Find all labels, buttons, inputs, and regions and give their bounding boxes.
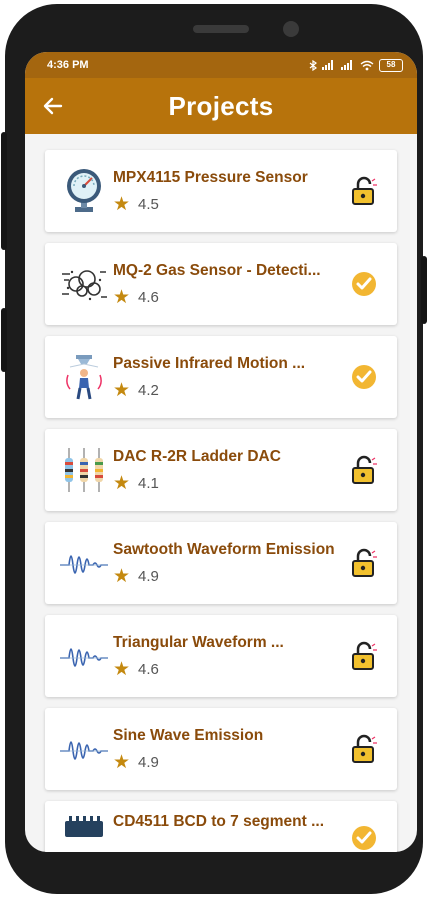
waveform-icon xyxy=(59,631,109,681)
star-icon: ★ xyxy=(113,286,131,308)
resistors-icon xyxy=(59,445,109,495)
side-button-left-small xyxy=(1,308,7,372)
project-rating: 4.9 xyxy=(138,567,159,585)
phone-frame: 4:36 PM 58 Projects MPX4115 Pressure Sen… xyxy=(1,4,427,894)
project-rating: 4.1 xyxy=(138,474,159,492)
star-icon: ★ xyxy=(113,379,131,401)
project-title: Sawtooth Waveform Emission xyxy=(113,540,335,558)
project-rating: 4.5 xyxy=(138,195,159,213)
wifi-icon xyxy=(360,60,374,70)
status-icons: 58 xyxy=(309,58,403,72)
motion-sensor-icon xyxy=(59,352,109,402)
back-arrow-icon[interactable] xyxy=(41,94,65,118)
project-card[interactable]: MQ-2 Gas Sensor - Detecti... ★ 4.6 xyxy=(45,243,397,325)
project-card[interactable]: CD4511 BCD to 7 segment ... xyxy=(45,801,397,852)
bluetooth-icon xyxy=(309,59,317,71)
project-title: DAC R-2R Ladder DAC xyxy=(113,447,281,465)
project-title: Sine Wave Emission xyxy=(113,726,264,744)
waveform-icon xyxy=(59,538,109,588)
project-rating: 4.6 xyxy=(138,288,159,306)
phone-camera xyxy=(283,21,299,37)
side-button-right xyxy=(421,256,427,324)
project-title: MPX4115 Pressure Sensor xyxy=(113,168,308,186)
star-icon: ★ xyxy=(113,565,131,587)
project-card[interactable]: MPX4115 Pressure Sensor ★ 4.5 xyxy=(45,150,397,232)
project-card[interactable]: Triangular Waveform ... ★ 4.6 xyxy=(45,615,397,697)
star-icon: ★ xyxy=(113,472,131,494)
completed-check-icon xyxy=(349,269,379,299)
project-title: Triangular Waveform ... xyxy=(113,633,284,651)
star-icon: ★ xyxy=(113,193,131,215)
lock-icon xyxy=(349,176,379,206)
status-time: 4:36 PM xyxy=(47,59,89,71)
project-card[interactable]: Sawtooth Waveform Emission ★ 4.9 xyxy=(45,522,397,604)
pressure-gauge-icon xyxy=(59,166,109,216)
lock-icon xyxy=(349,734,379,764)
star-icon: ★ xyxy=(113,751,131,773)
lock-icon xyxy=(349,455,379,485)
app-bar: Projects xyxy=(25,78,417,134)
project-rating: 4.6 xyxy=(138,660,159,678)
project-title: CD4511 BCD to 7 segment ... xyxy=(113,813,325,830)
app-screen: 4:36 PM 58 Projects MPX4115 Pressure Sen… xyxy=(25,52,417,852)
page-title: Projects xyxy=(168,90,274,121)
side-button-left xyxy=(1,132,7,250)
gas-smoke-icon xyxy=(59,259,109,309)
signal-icon xyxy=(322,60,333,70)
status-bar: 4:36 PM 58 xyxy=(25,52,417,78)
project-list: MPX4115 Pressure Sensor ★ 4.5 MQ-2 Gas Se… xyxy=(25,134,417,852)
phone-speaker xyxy=(193,25,249,33)
completed-check-icon xyxy=(349,823,379,852)
project-rating: 4.9 xyxy=(138,753,159,771)
completed-check-icon xyxy=(349,362,379,392)
star-icon: ★ xyxy=(113,658,131,680)
project-card[interactable]: DAC R-2R Ladder DAC ★ 4.1 xyxy=(45,429,397,511)
signal-icon-2 xyxy=(341,60,352,70)
project-card[interactable]: Passive Infrared Motion ... ★ 4.2 xyxy=(45,336,397,418)
waveform-icon xyxy=(59,724,109,774)
project-title: MQ-2 Gas Sensor - Detecti... xyxy=(113,261,321,279)
lock-icon xyxy=(349,548,379,578)
project-card[interactable]: Sine Wave Emission ★ 4.9 xyxy=(45,708,397,790)
lock-icon xyxy=(349,641,379,671)
ic-chip-icon xyxy=(59,813,109,843)
project-title: Passive Infrared Motion ... xyxy=(113,354,306,372)
project-rating: 4.2 xyxy=(138,381,159,399)
battery-icon: 58 xyxy=(379,58,403,72)
